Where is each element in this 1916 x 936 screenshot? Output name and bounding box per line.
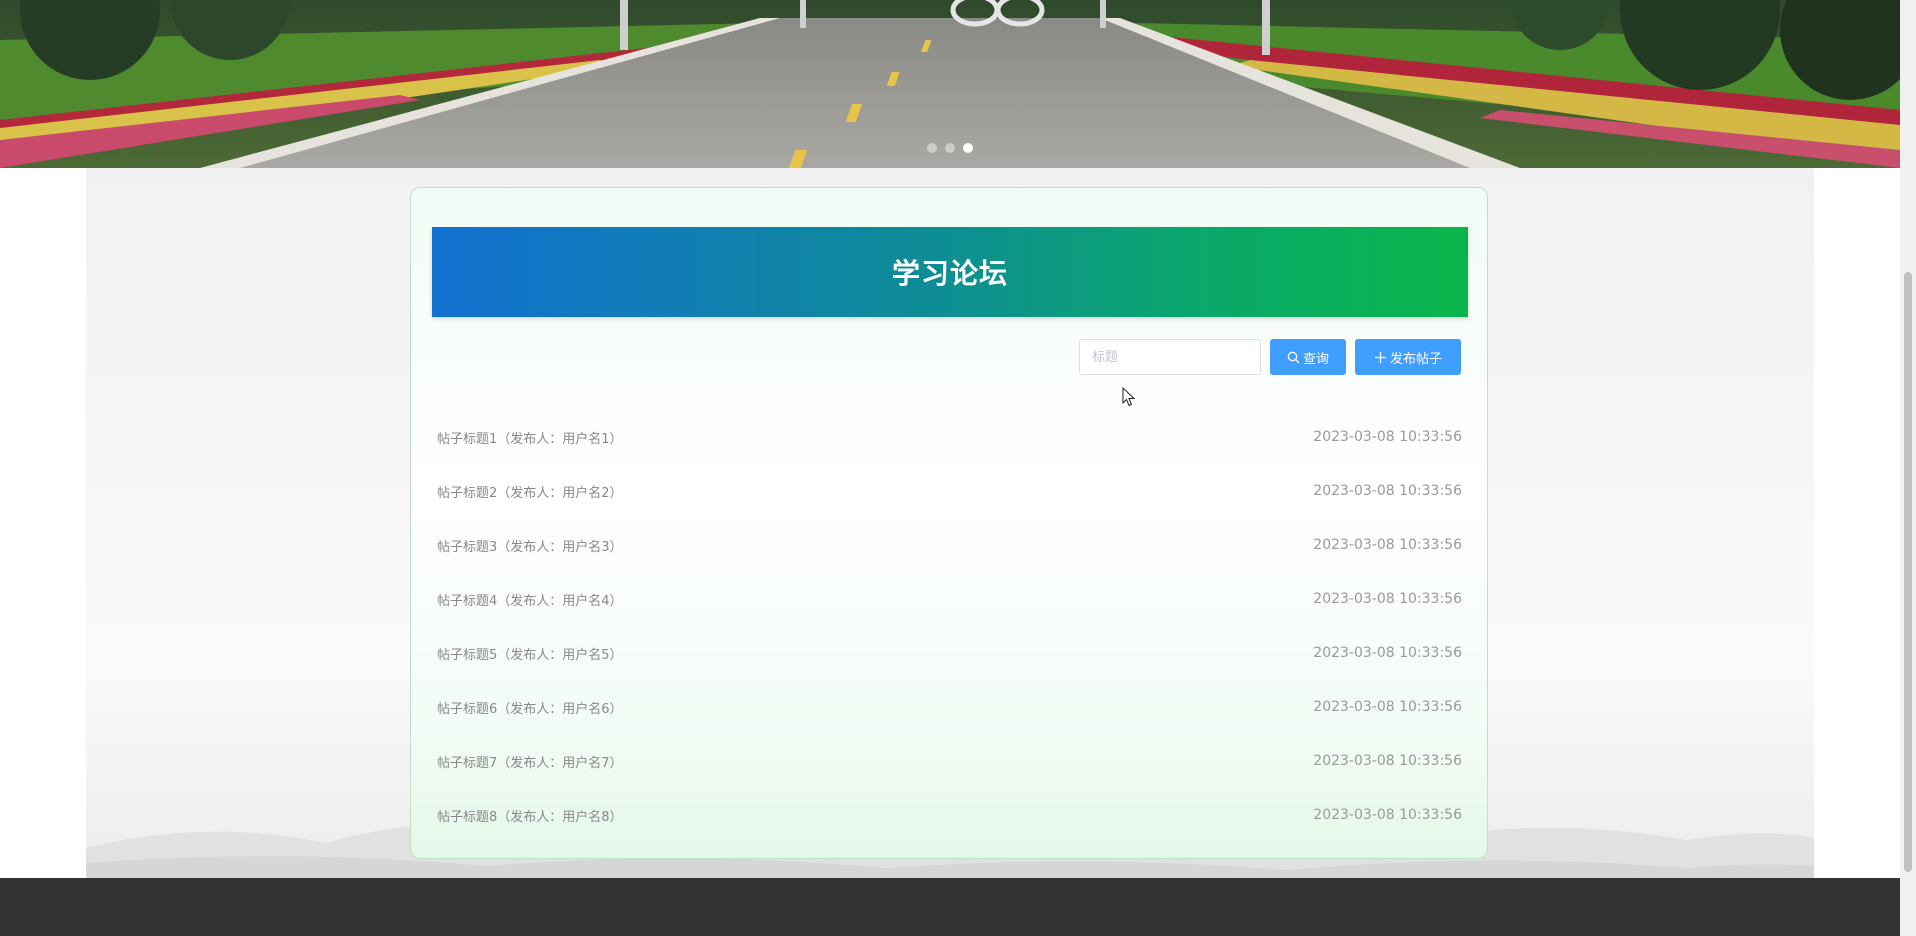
post-title[interactable]: 帖子标题3（发布人：用户名3） bbox=[437, 536, 623, 555]
post-time: 2023-03-08 10:33:56 bbox=[1313, 429, 1462, 445]
page-scrollbar[interactable] bbox=[1900, 0, 1916, 936]
footer bbox=[0, 878, 1900, 936]
post-list-item[interactable]: 帖子标题3（发布人：用户名3） 2023-03-08 10:33:56 bbox=[437, 518, 1462, 572]
post-list-item[interactable]: 帖子标题4（发布人：用户名4） 2023-03-08 10:33:56 bbox=[437, 572, 1462, 626]
carousel-dot-3[interactable] bbox=[963, 143, 973, 153]
carousel-indicators bbox=[0, 143, 1900, 153]
plus-icon bbox=[1374, 351, 1387, 364]
post-list-item[interactable]: 帖子标题7（发布人：用户名7） 2023-03-08 10:33:56 bbox=[437, 734, 1462, 788]
post-list: 帖子标题1（发布人：用户名1） 2023-03-08 10:33:56 帖子标题… bbox=[437, 410, 1462, 842]
post-time: 2023-03-08 10:33:56 bbox=[1313, 537, 1462, 553]
post-list-item[interactable]: 帖子标题2（发布人：用户名2） 2023-03-08 10:33:56 bbox=[437, 464, 1462, 518]
post-time: 2023-03-08 10:33:56 bbox=[1313, 645, 1462, 661]
add-post-button[interactable]: 发布帖子 bbox=[1355, 339, 1461, 375]
search-input[interactable] bbox=[1079, 339, 1261, 375]
post-title[interactable]: 帖子标题4（发布人：用户名4） bbox=[437, 590, 623, 609]
post-list-item[interactable]: 帖子标题5（发布人：用户名5） 2023-03-08 10:33:56 bbox=[437, 626, 1462, 680]
post-list-item[interactable]: 帖子标题8（发布人：用户名8） 2023-03-08 10:33:56 bbox=[437, 788, 1462, 842]
post-title[interactable]: 帖子标题6（发布人：用户名6） bbox=[437, 698, 623, 717]
forum-card: 学习论坛 查询 发布帖子 bbox=[410, 187, 1488, 859]
search-button[interactable]: 查询 bbox=[1270, 339, 1346, 375]
post-list-item[interactable]: 帖子标题1（发布人：用户名1） 2023-03-08 10:33:56 bbox=[437, 410, 1462, 464]
carousel-dot-1[interactable] bbox=[927, 143, 937, 153]
search-icon bbox=[1287, 351, 1300, 364]
post-time: 2023-03-08 10:33:56 bbox=[1313, 699, 1462, 715]
carousel-dot-2[interactable] bbox=[945, 143, 955, 153]
post-time: 2023-03-08 10:33:56 bbox=[1313, 591, 1462, 607]
post-title[interactable]: 帖子标题2（发布人：用户名2） bbox=[437, 482, 623, 501]
page: 学习论坛 查询 发布帖子 bbox=[0, 0, 1916, 936]
page-title: 学习论坛 bbox=[891, 257, 1008, 290]
post-time: 2023-03-08 10:33:56 bbox=[1313, 753, 1462, 769]
post-title[interactable]: 帖子标题8（发布人：用户名8） bbox=[437, 806, 623, 825]
forum-title-bar: 学习论坛 bbox=[432, 227, 1468, 317]
banner-carousel[interactable] bbox=[0, 0, 1900, 168]
search-toolbar: 查询 发布帖子 bbox=[1079, 339, 1461, 375]
post-list-item[interactable]: 帖子标题6（发布人：用户名6） 2023-03-08 10:33:56 bbox=[437, 680, 1462, 734]
post-time: 2023-03-08 10:33:56 bbox=[1313, 807, 1462, 823]
search-button-label: 查询 bbox=[1302, 351, 1329, 367]
scrollbar-thumb[interactable] bbox=[1904, 272, 1912, 872]
post-title[interactable]: 帖子标题1（发布人：用户名1） bbox=[437, 428, 623, 447]
post-time: 2023-03-08 10:33:56 bbox=[1313, 483, 1462, 499]
add-post-button-label: 发布帖子 bbox=[1389, 351, 1442, 367]
post-title[interactable]: 帖子标题5（发布人：用户名5） bbox=[437, 644, 623, 663]
post-title[interactable]: 帖子标题7（发布人：用户名7） bbox=[437, 752, 623, 771]
